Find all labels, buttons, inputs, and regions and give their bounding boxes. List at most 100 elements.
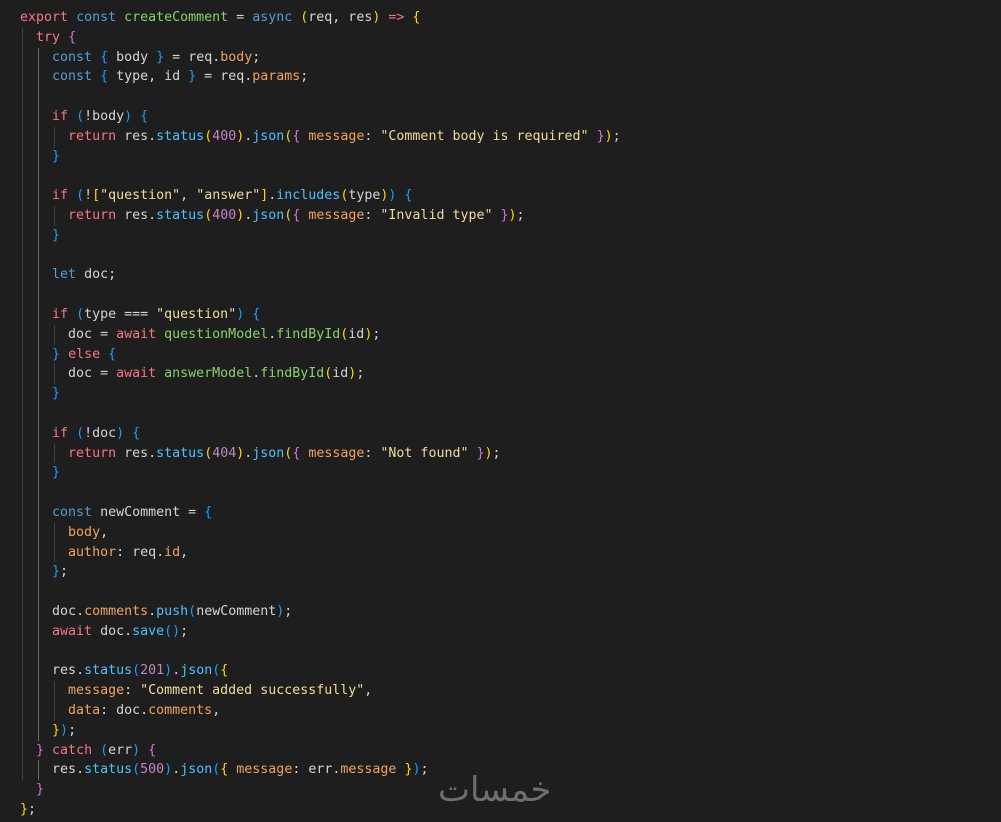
code-token: export — [20, 10, 69, 25]
code-token: , — [100, 524, 109, 540]
code-line: } catch (err) { — [20, 741, 156, 761]
code-line: if (!["question", "answer"].includes(typ… — [20, 186, 412, 206]
code-token: message — [308, 208, 365, 223]
code-token: await — [52, 623, 93, 639]
code-token: . — [148, 604, 157, 619]
code-token: await — [116, 326, 157, 342]
code-token: = — [228, 10, 253, 25]
code-token: req — [132, 544, 157, 560]
code-token: : — [116, 544, 133, 560]
code-token: } — [596, 128, 605, 144]
code-token: "question" — [100, 188, 181, 204]
code-token: id — [348, 326, 365, 342]
code-token: ( — [204, 128, 213, 144]
code-token: ; — [252, 49, 261, 65]
code-token: ( — [204, 208, 213, 223]
code-token: includes — [276, 188, 341, 204]
code-token: doc; — [76, 267, 117, 283]
code-token: params — [252, 69, 301, 85]
code-token: 404 — [212, 445, 237, 461]
code-token: return — [68, 445, 117, 461]
code-token: json — [252, 128, 285, 144]
code-line: } — [20, 780, 44, 800]
code-token: await — [116, 366, 157, 382]
code-token: } — [52, 722, 61, 738]
code-token: { — [100, 49, 109, 65]
code-token: res — [52, 762, 77, 778]
code-token: status — [156, 208, 205, 223]
code-line: if (!body) { — [20, 107, 148, 127]
code-token: err — [108, 742, 133, 758]
code-token: 500 — [140, 762, 165, 778]
code-token: body — [220, 49, 253, 65]
code-line: return res.status(404).json({ message: "… — [20, 444, 501, 464]
code-token: { — [412, 10, 421, 25]
code-token: 201 — [140, 663, 165, 679]
code-token: : — [292, 762, 309, 778]
code-token: doc — [92, 623, 125, 639]
code-line: }); — [20, 721, 76, 741]
code-token: } — [52, 148, 61, 164]
code-token: ) — [164, 663, 173, 679]
code-token: . — [76, 762, 85, 778]
code-token: ( — [164, 623, 173, 639]
code-line: if (type === "question") { — [20, 305, 260, 325]
code-token: { — [252, 307, 261, 322]
code-line: res.status(500).json({ message: err.mess… — [20, 760, 428, 780]
code-line: } — [20, 147, 60, 167]
code-token: ; — [372, 326, 381, 342]
code-token: return — [68, 208, 117, 223]
code-line: doc = await answerModel.findById(id); — [20, 364, 364, 384]
code-token: const — [76, 10, 117, 25]
code-token: { — [204, 505, 213, 520]
code-token: ) — [116, 425, 125, 441]
code-editor[interactable]: export const createComment = async (req,… — [0, 0, 1001, 822]
code-token: if — [52, 425, 69, 441]
code-token: } — [156, 49, 165, 65]
code-token: { — [108, 346, 117, 362]
code-token: catch — [52, 742, 93, 758]
code-token: ; — [284, 604, 293, 619]
code-token: data — [68, 703, 101, 718]
code-token: else — [68, 346, 101, 362]
code-token: ) — [172, 623, 181, 639]
code-token: ( — [76, 425, 85, 441]
code-token: author — [68, 544, 117, 560]
code-line: const newComment = { — [20, 503, 212, 523]
code-token: questionModel — [164, 326, 269, 342]
code-token: ( — [132, 663, 141, 679]
code-token: res — [116, 128, 149, 144]
watermark-logo: خمسات — [438, 770, 552, 810]
code-line: message: "Comment added successfully", — [20, 681, 372, 701]
code-token: try — [36, 29, 61, 45]
code-token: return — [68, 128, 117, 144]
code-token: ; — [492, 445, 501, 461]
code-token: res — [52, 663, 77, 679]
code-line: }; — [20, 562, 68, 582]
code-token: { — [404, 188, 413, 204]
code-token: "Comment body is required" — [380, 128, 589, 144]
code-token: { — [148, 742, 157, 758]
code-token: : — [364, 128, 381, 144]
code-token: message — [308, 445, 365, 461]
code-token: [ — [92, 188, 101, 204]
code-token: . — [124, 623, 133, 639]
code-token: } — [36, 742, 45, 758]
code-line: } — [20, 463, 60, 483]
